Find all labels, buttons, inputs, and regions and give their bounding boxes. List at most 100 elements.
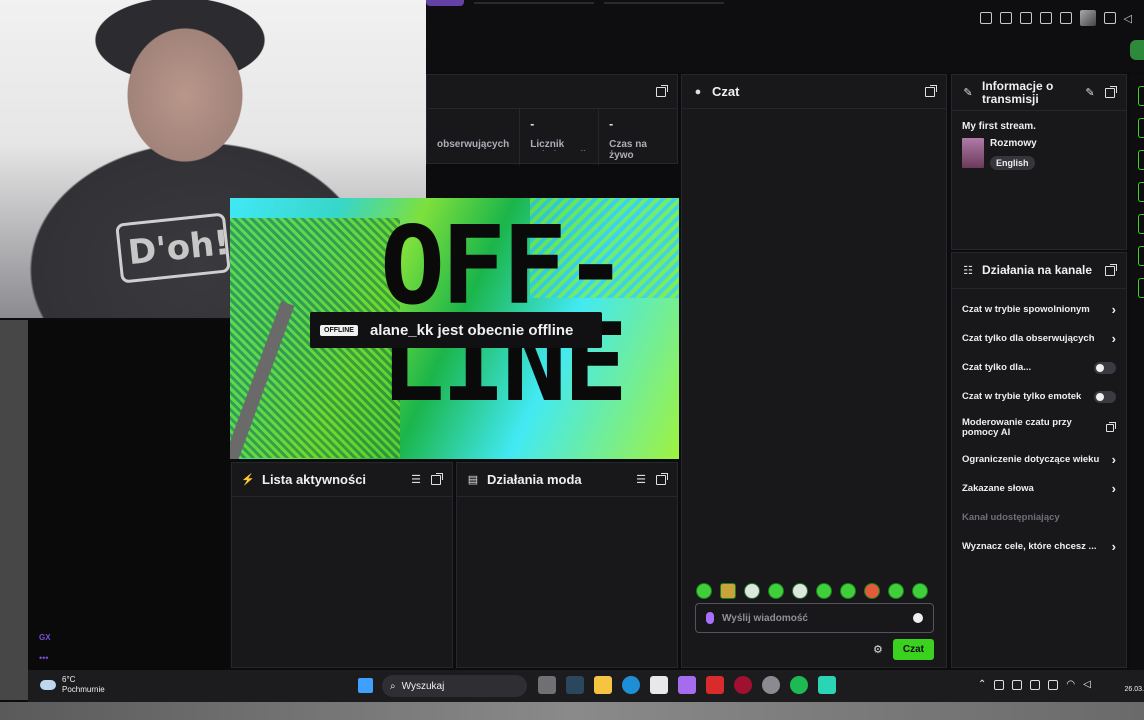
action-label: Zakazane słowa [962, 483, 1034, 494]
side-tab[interactable] [1138, 182, 1144, 202]
side-tab[interactable] [1138, 246, 1144, 266]
active-tab[interactable] [426, 0, 464, 6]
tray-icon[interactable] [1012, 679, 1023, 690]
steam-icon[interactable] [566, 676, 584, 694]
chevron-right-icon: › [1111, 539, 1116, 554]
bits-icon[interactable] [706, 612, 714, 624]
stats-panel: obserwujących - Licznik subskrypcji - Cz… [426, 74, 678, 165]
wrench-icon: ✎ [963, 87, 973, 99]
stream-title: My first stream. [962, 121, 1036, 132]
popout-icon[interactable] [655, 472, 668, 486]
side-tab[interactable] [1138, 150, 1144, 170]
side-tab[interactable] [1138, 214, 1144, 234]
weather-widget[interactable]: 6°C Pochmurnie [40, 675, 105, 694]
tray-icon[interactable] [994, 679, 1005, 690]
profile-avatar[interactable] [1079, 10, 1096, 26]
copilot-icon[interactable] [678, 676, 696, 694]
chat-send-button[interactable]: Czat [892, 639, 934, 660]
volume-icon[interactable]: ◁ [1083, 679, 1091, 690]
edge-icon[interactable] [622, 676, 640, 694]
chat-input[interactable]: Wyślij wiadomość [695, 603, 934, 633]
snapshot-icon[interactable] [999, 12, 1012, 24]
action-set-goals[interactable]: Wyznacz cele, które chcesz ... › [962, 532, 1116, 561]
emote-icon[interactable] [888, 583, 904, 599]
wps-icon[interactable] [706, 676, 724, 694]
settings-icon[interactable]: ⚙ [873, 643, 883, 656]
ai-icon[interactable]: ◁ [1124, 12, 1132, 25]
action-ai-moderation[interactable]: Moderowanie czatu przy pomocy AI [962, 411, 1116, 445]
action-label: Czat tylko dla obserwujących [962, 333, 1095, 344]
emote-icon[interactable] [768, 583, 784, 599]
filter-icon[interactable]: ☰ [635, 474, 647, 486]
pin-icon[interactable] [979, 12, 992, 24]
play-icon[interactable] [1039, 12, 1052, 24]
popout-icon[interactable] [430, 472, 443, 486]
channel-icon: ☷ [963, 265, 973, 277]
side-tab[interactable] [1138, 278, 1144, 298]
stat-label: Czas na żywo [609, 139, 647, 161]
emote-icon[interactable] [792, 583, 808, 599]
filter-icon[interactable]: ☰ [410, 474, 422, 486]
extensions-icon[interactable] [1103, 12, 1116, 24]
subs-only-toggle[interactable] [1094, 361, 1116, 374]
wifi-icon[interactable]: ◠ [1066, 679, 1075, 690]
popout-icon[interactable] [1104, 85, 1117, 99]
emote-icon[interactable] [696, 583, 712, 599]
emote-icon[interactable] [720, 583, 736, 599]
chevron-right-icon: › [1111, 331, 1116, 346]
emote-icon[interactable] [840, 583, 856, 599]
spotify-icon[interactable] [790, 676, 808, 694]
side-tab[interactable] [1138, 118, 1144, 138]
mic-icon[interactable] [1048, 679, 1059, 690]
mod-actions-panel: ▤ Działania moda ☰ [456, 462, 678, 668]
side-tab[interactable] [1138, 86, 1144, 106]
action-slow-mode[interactable]: Czat w trybie spowolnionym › [962, 295, 1116, 324]
popout-icon[interactable] [924, 84, 937, 98]
bottom-strip [0, 702, 1144, 720]
store-icon[interactable] [650, 676, 668, 694]
emote-icon[interactable] [816, 583, 832, 599]
clock[interactable]: 26.03. [1125, 675, 1144, 695]
shield-icon[interactable] [1019, 12, 1032, 24]
opera-gx-icon[interactable] [734, 676, 752, 694]
popout-icon[interactable] [655, 84, 668, 98]
action-followers-only[interactable]: Czat tylko dla obserwujących › [962, 324, 1116, 353]
popout-icon[interactable] [1104, 263, 1117, 277]
chevron-up-icon[interactable]: ⌃ [978, 679, 986, 690]
windows-start-icon[interactable] [358, 678, 373, 693]
activity-panel: ⚡ Lista aktywności ☰ [231, 462, 453, 668]
taskbar-search-label: Wyszukaj [401, 680, 445, 692]
emote-only-toggle[interactable] [1094, 390, 1116, 403]
browser-tab[interactable] [604, 0, 724, 4]
action-banned-words[interactable]: Zakazane słowa › [962, 474, 1116, 503]
category-boxart [962, 138, 984, 168]
stream-info-panel: ✎ Informacje o transmisji ✎ My first str… [951, 74, 1127, 250]
file-explorer-icon[interactable] [594, 676, 612, 694]
edit-icon[interactable]: ✎ [1084, 87, 1096, 99]
emote-icon[interactable] [864, 583, 880, 599]
stats-row: obserwujących - Licznik subskrypcji - Cz… [427, 109, 677, 165]
action-age-restriction[interactable]: Ograniczenie dotyczące wieku › [962, 445, 1116, 474]
language-tag[interactable]: English [990, 156, 1035, 170]
app-icon[interactable] [818, 676, 836, 694]
more-icon[interactable]: ••• [39, 653, 48, 663]
settings-icon[interactable] [762, 676, 780, 694]
lightning-icon: ⚡ [241, 474, 255, 486]
weather-temp: 6°C [62, 675, 76, 684]
emote-icon[interactable] [912, 583, 928, 599]
gx-label[interactable]: GX [39, 633, 51, 642]
stream-info-title: Informacje o transmisji [982, 78, 1054, 106]
browser-tab[interactable] [474, 0, 594, 4]
tray-icon[interactable] [1030, 679, 1041, 690]
stat-followers: obserwujących [427, 109, 521, 165]
emote-icon[interactable] [744, 583, 760, 599]
task-view-icon[interactable] [538, 676, 556, 694]
taskbar-search[interactable]: ⌕ Wyszukaj [382, 675, 527, 697]
stat-value [437, 117, 509, 129]
stream-info-body: My first stream. Rozmowy English [952, 111, 1126, 181]
offline-message: alane_kk jest obecnie offline [369, 321, 574, 339]
stream-category[interactable]: Rozmowy [990, 138, 1037, 149]
emote-picker-icon[interactable] [913, 613, 923, 623]
side-button[interactable] [1130, 40, 1144, 60]
heart-icon[interactable] [1059, 12, 1072, 24]
